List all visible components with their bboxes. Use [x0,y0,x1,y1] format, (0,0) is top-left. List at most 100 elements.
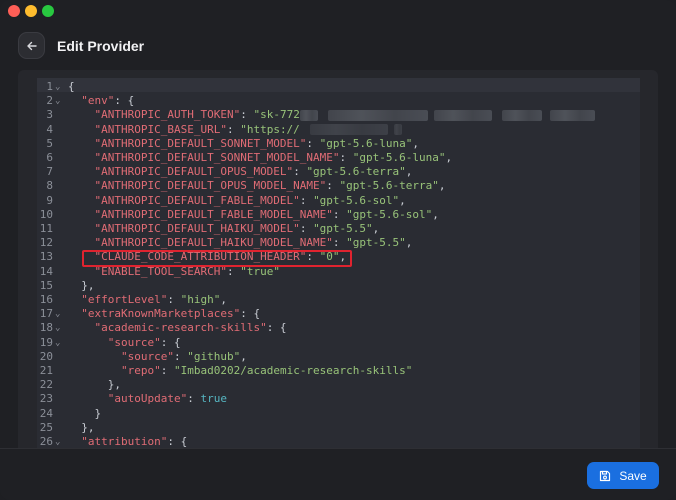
line-number: 1 [46,80,53,93]
code-text: "ANTHROPIC_DEFAULT_HAIKU_MODEL": "gpt-5.… [68,222,380,236]
redacted-token [327,109,428,121]
code-token: "gpt-5.6-sol" [346,207,433,221]
line-number: 13 [39,250,53,264]
line-number: 2 [46,94,53,108]
code-token: } [68,406,102,420]
code-text: "source": "github", [68,350,247,364]
code-token: "gpt-5.5" [313,222,373,235]
code-token: "effortLevel" [81,293,168,306]
line-number: 4 [46,122,53,136]
code-text: "effortLevel": "high", [68,293,227,307]
code-token: : [332,236,347,250]
line-number: 8 [46,179,53,193]
line-number: 3 [46,108,53,122]
save-button[interactable]: Save [587,462,659,489]
code-token: , [405,165,413,179]
code-text: { [68,80,75,94]
code-token: : [299,193,314,207]
code-token: "ANTHROPIC_DEFAULT_FABLE_MODEL" [94,193,300,207]
code-token: }, [68,420,95,434]
fold-chevron-icon[interactable]: ⌄ [55,336,63,350]
back-button[interactable] [18,32,45,59]
redacted-url [309,124,388,136]
code-text: } [68,407,101,421]
line-number: 19 [39,335,53,349]
code-text: "ANTHROPIC_DEFAULT_SONNET_MODEL_NAME": "… [68,151,453,165]
code-line: 4 "ANTHROPIC_BASE_URL": "https:// [37,123,640,137]
title-bar [0,0,676,22]
line-number: 11 [39,222,53,235]
code-token: "academic-research-skills" [94,321,267,335]
code-token: "gpt-5.6-luna" [319,136,413,150]
code-token: : [160,364,174,377]
fold-chevron-icon[interactable]: ⌄ [55,321,63,335]
code-token: , [438,179,446,193]
code-line: 20 "source": "github", [37,350,640,364]
annotation-highlight-box [82,250,352,267]
line-number: 10 [39,207,53,221]
code-line: 12 "ANTHROPIC_DEFAULT_HAIKU_MODEL_NAME":… [37,236,640,250]
code-token: "sk-772 [253,108,300,122]
code-token: "gpt-5.6-sol" [313,193,400,207]
code-token: "ANTHROPIC_DEFAULT_HAIKU_MODEL_NAME" [94,236,333,250]
redacted-token [501,109,542,121]
code-token: "ANTHROPIC_DEFAULT_SONNET_MODEL" [94,136,307,150]
line-number: 14 [39,264,53,278]
code-token: "repo" [120,364,161,377]
code-token: : [167,293,181,306]
code-token: "source" [120,349,174,363]
code-token: "ANTHROPIC_DEFAULT_OPUS_MODEL" [94,165,294,179]
fold-chevron-icon[interactable]: ⌄ [55,307,63,321]
code-line: 21 "repo": "Imbad0202/academic-research-… [37,364,640,378]
code-text: "ANTHROPIC_DEFAULT_FABLE_MODEL_NAME": "g… [68,208,439,222]
line-number: 7 [46,165,53,179]
code-token: "ANTHROPIC_BASE_URL" [94,122,227,136]
code-line: 7 "ANTHROPIC_DEFAULT_OPUS_MODEL": "gpt-5… [37,165,640,179]
code-line: 16 "effortLevel": "high", [37,293,640,307]
code-line: 2 ⌄ "env": { [37,94,640,108]
code-token: "gpt-5.6-terra" [306,165,406,179]
minimize-window-button[interactable] [25,5,37,17]
code-text: "ANTHROPIC_AUTH_TOKEN": "sk-772 [68,108,595,122]
fold-chevron-icon[interactable]: ⌄ [55,94,63,108]
code-text: "ANTHROPIC_DEFAULT_FABLE_MODEL": "gpt-5.… [68,194,406,208]
code-token: : { [160,335,181,349]
code-token: , [372,222,380,235]
code-token: true [200,392,227,406]
code-token: : [299,222,314,235]
line-number: 16 [39,293,53,306]
code-text: }, [68,378,121,392]
code-line: 5 "ANTHROPIC_DEFAULT_SONNET_MODEL": "gpt… [37,137,640,151]
code-token: "ANTHROPIC_DEFAULT_HAIKU_MODEL" [94,222,300,235]
maximize-window-button[interactable] [42,5,54,17]
code-token: : [306,136,320,150]
fold-chevron-icon[interactable]: ⌄ [55,80,63,94]
code-line: 6 "ANTHROPIC_DEFAULT_SONNET_MODEL_NAME":… [37,151,640,165]
code-token: "extraKnownMarketplaces" [81,307,241,321]
redacted-token [299,109,318,121]
code-token: , [240,349,247,363]
code-token: { [68,80,75,93]
code-text: "ANTHROPIC_DEFAULT_SONNET_MODEL": "gpt-5… [68,136,420,151]
code-line: 18 ⌄ "academic-research-skills": { [37,321,640,335]
code-token: , [412,136,420,150]
code-line: 3 "ANTHROPIC_AUTH_TOKEN": "sk-772 [37,108,640,122]
code-token: "Imbad0202/academic-research-skills" [173,364,413,377]
close-window-button[interactable] [8,5,20,17]
code-token: , [220,293,227,306]
code-token: }, [68,378,121,392]
line-number: 18 [39,321,53,335]
floppy-disk-icon [600,470,611,481]
line-number: 15 [39,278,53,292]
code-line: 10 "ANTHROPIC_DEFAULT_FABLE_MODEL_NAME":… [37,208,640,222]
fold-chevron-icon[interactable]: ⌄ [55,435,63,448]
code-token: : [226,122,241,136]
